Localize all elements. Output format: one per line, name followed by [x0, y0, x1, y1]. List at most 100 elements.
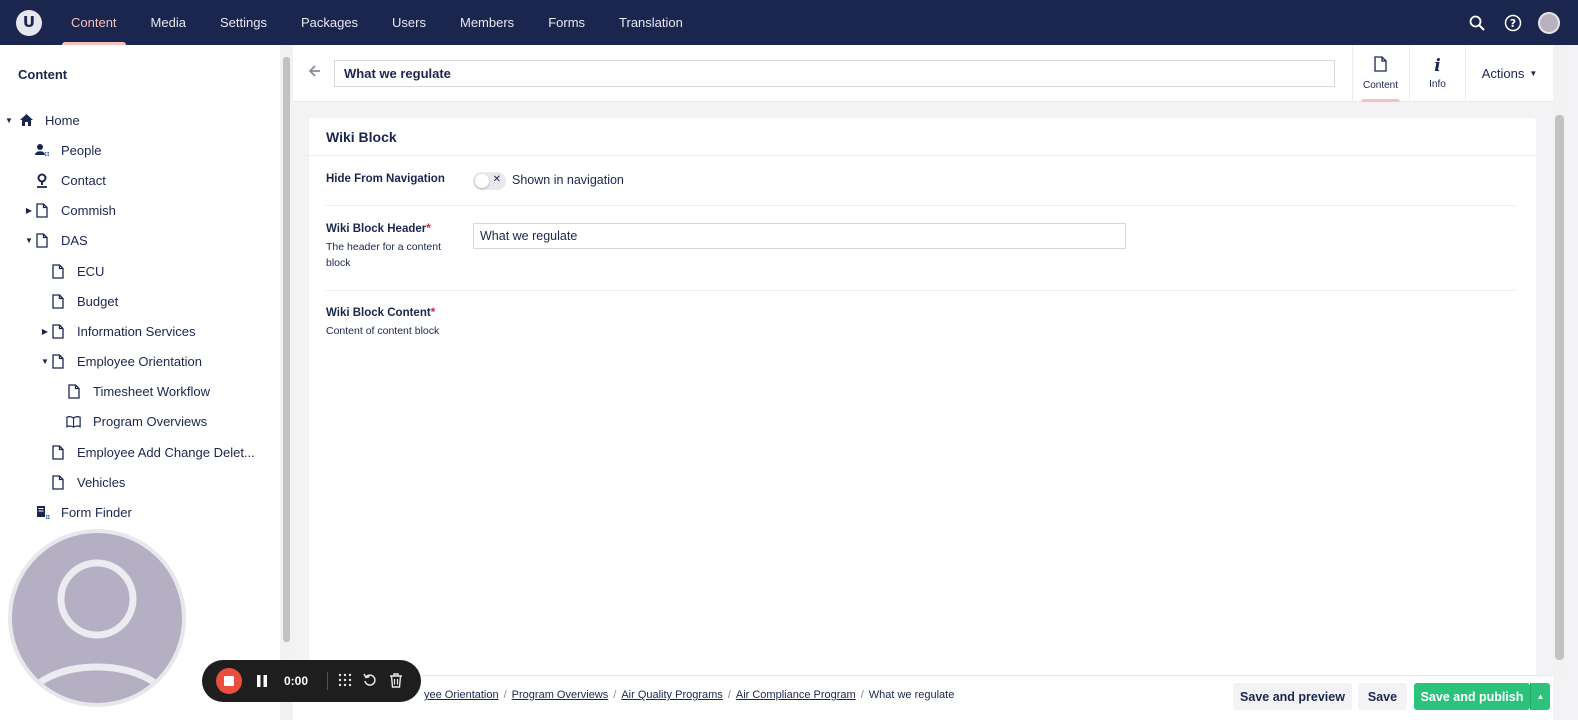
tree-item[interactable]: People [0, 135, 280, 165]
breadcrumb-separator: / [727, 689, 731, 701]
breadcrumb-item[interactable]: yee Orientation [424, 689, 499, 701]
restart-icon[interactable] [361, 671, 379, 689]
required-marker: * [426, 223, 431, 235]
location-icon [34, 172, 50, 188]
tree-item[interactable]: Form Finder [0, 497, 280, 527]
caret-up-icon: ▲ [1536, 692, 1545, 701]
recording-toolbar: 0:00 [202, 660, 421, 702]
tree-item-label: Commish [61, 203, 116, 219]
nav-settings[interactable]: Settings [203, 0, 284, 45]
search-icon[interactable] [1466, 12, 1488, 34]
tree-item[interactable]: Vehicles [0, 467, 280, 497]
tree-item-label: Program Overviews [93, 414, 208, 430]
document-icon [34, 233, 50, 249]
caret-down-icon[interactable]: ▼ [24, 236, 34, 245]
tab-content[interactable]: Content [1352, 45, 1408, 102]
nav-members[interactable]: Members [443, 0, 531, 45]
nav-forms[interactable]: Forms [531, 0, 602, 45]
back-arrow-icon[interactable] [308, 64, 321, 82]
divider [326, 290, 1516, 291]
wiki-block-content-property: Wiki Block Content* Content of content b… [326, 307, 486, 339]
publish-options-button[interactable]: ▲ [1530, 683, 1550, 710]
nav-translation[interactable]: Translation [602, 0, 700, 45]
group-title: Wiki Block [309, 118, 1536, 156]
recording-timer: 0:00 [284, 674, 309, 688]
tree-item[interactable]: Employee Add Change Delet... [0, 437, 280, 467]
save-and-publish-button[interactable]: Save and publish [1414, 683, 1530, 710]
tree-item[interactable]: ▼ DAS [0, 226, 280, 256]
document-icon [50, 293, 66, 309]
tree-item[interactable]: Contact [0, 165, 280, 195]
tab-info[interactable]: i Info [1409, 45, 1465, 102]
tree-item-label: Timesheet Workflow [93, 384, 211, 400]
tree-item[interactable]: ECU [0, 256, 280, 286]
hide-navigation-toggle[interactable]: ✕ [473, 172, 506, 190]
tree-item[interactable]: Budget [0, 286, 280, 316]
editor-header: Content i Info Actions ▼ [293, 45, 1553, 102]
wiki-block-header-description: The header for a content block [326, 241, 441, 269]
people-icon [34, 142, 50, 158]
document-icon [66, 384, 82, 400]
umbraco-logo[interactable]: U [16, 9, 42, 36]
caret-down-icon[interactable]: ▼ [40, 357, 50, 366]
book-icon [66, 414, 82, 430]
toggle-state-label: Shown in navigation [512, 173, 624, 187]
pause-icon[interactable] [256, 673, 268, 689]
top-navigation-bar: U Content Media Settings Packages Users Membe… [0, 0, 1578, 45]
user-avatar[interactable] [1538, 11, 1560, 34]
nav-users[interactable]: Users [375, 0, 443, 45]
tree-item[interactable]: ▼ Employee Orientation [0, 347, 280, 377]
tree-item[interactable]: ▶ Information Services [0, 316, 280, 346]
hide-navigation-label: Hide From Navigation [326, 173, 445, 185]
node-name-input[interactable] [334, 60, 1335, 87]
breadcrumb-item[interactable]: Air Quality Programs [621, 689, 722, 701]
save-and-preview-button[interactable]: Save and preview [1233, 683, 1352, 710]
tree-item-label: Employee Orientation [77, 354, 203, 370]
breadcrumb-item[interactable]: Air Compliance Program [736, 689, 856, 701]
tree-item[interactable]: Program Overviews [0, 407, 280, 437]
nav-media[interactable]: Media [134, 0, 203, 45]
sidebar-scrollbar[interactable] [281, 45, 291, 720]
breadcrumb-separator: / [503, 689, 507, 701]
breadcrumb-separator: / [860, 689, 864, 701]
document-icon [50, 474, 66, 490]
tree-item-label: Vehicles [77, 474, 126, 490]
tree-item-label: Information Services [77, 323, 196, 339]
tree-item[interactable]: ▼ Home [0, 105, 280, 135]
wiki-block-header-property: Wiki Block Header* The header for a cont… [326, 223, 451, 271]
wiki-block-content-label: Wiki Block Content* [326, 307, 436, 319]
document-icon [50, 354, 66, 370]
document-icon [50, 444, 66, 460]
tree-item-label: DAS [61, 233, 88, 249]
main-scrollbar-thumb[interactable] [1555, 115, 1564, 660]
nav-content[interactable]: Content [54, 0, 134, 45]
breadcrumb-item[interactable]: Program Overviews [512, 689, 609, 701]
wiki-block-header-input[interactable] [473, 223, 1126, 249]
divider [326, 205, 1516, 206]
section-nav: Content Media Settings Packages Users Members… [54, 0, 700, 45]
property-group-panel: Wiki Block Hide From Navigation ✕ Shown … [309, 118, 1536, 678]
sidebar-scrollbar-thumb[interactable] [283, 57, 290, 642]
grid-icon[interactable] [336, 671, 354, 689]
person-placeholder-icon [20, 559, 174, 703]
caret-right-icon[interactable]: ▶ [40, 327, 50, 336]
required-marker: * [430, 307, 436, 319]
toggle-knob [475, 174, 489, 188]
info-icon: i [1434, 55, 1441, 76]
top-right-tools: ? [1466, 0, 1560, 45]
trash-icon[interactable] [387, 671, 405, 689]
tree-item[interactable]: Timesheet Workflow [0, 377, 280, 407]
tree-item[interactable]: ▶ Commish [0, 196, 280, 226]
help-icon[interactable]: ? [1502, 12, 1524, 34]
caret-down-icon[interactable]: ▼ [4, 116, 14, 125]
tree-item-label: Contact [61, 172, 106, 188]
nav-packages[interactable]: Packages [284, 0, 375, 45]
main-scrollbar[interactable] [1553, 45, 1567, 675]
caret-right-icon[interactable]: ▶ [24, 206, 34, 215]
actions-dropdown[interactable]: Actions ▼ [1465, 45, 1553, 102]
hide-from-navigation-property: Hide From Navigation [326, 173, 445, 185]
stop-recording-button[interactable] [216, 668, 242, 694]
breadcrumb-item: What we regulate [868, 689, 955, 701]
tab-content-label: Content [1362, 80, 1399, 91]
save-button[interactable]: Save [1358, 683, 1407, 710]
